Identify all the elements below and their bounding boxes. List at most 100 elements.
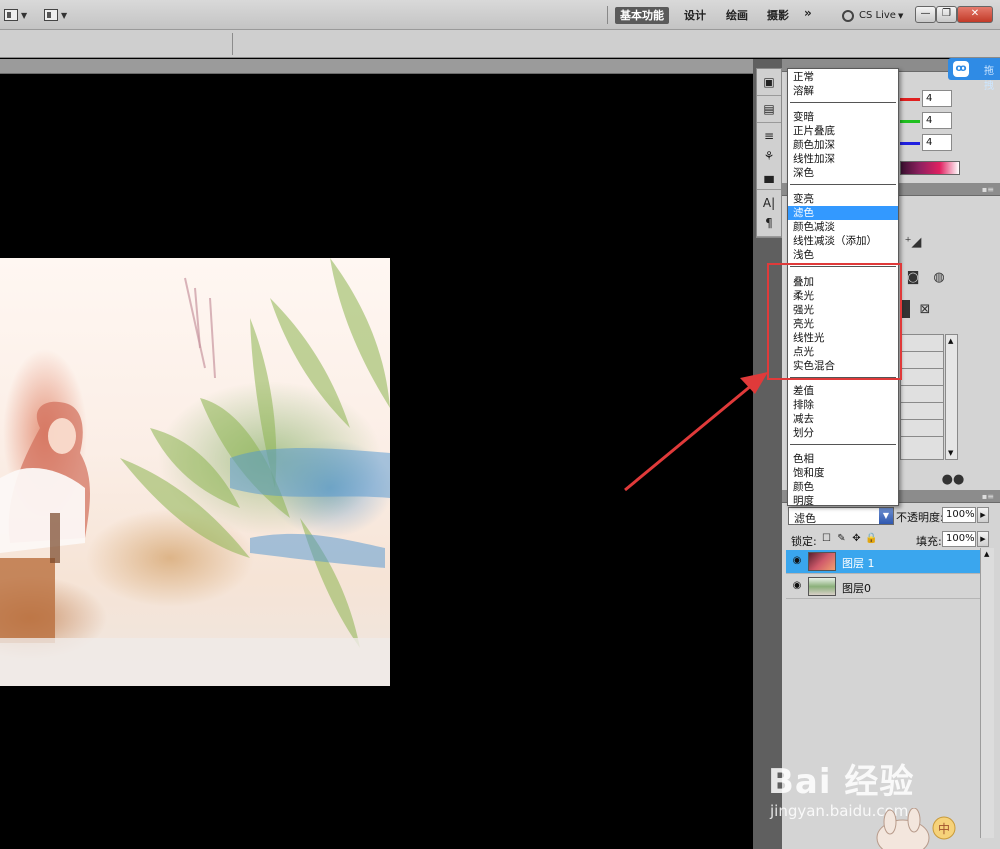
- restore-button[interactable]: ❐: [936, 6, 957, 23]
- layer-name[interactable]: 图层 1: [842, 555, 875, 571]
- menu-item-lighten[interactable]: 变亮: [788, 192, 898, 206]
- menu-item-color-dodge[interactable]: 颜色减淡: [788, 220, 898, 234]
- chevron-down-icon[interactable]: ▼: [879, 508, 893, 524]
- channel-mixer-icon[interactable]: ◍: [930, 268, 948, 286]
- clone-source-icon[interactable]: ⚘: [757, 146, 781, 166]
- list-item[interactable]: [901, 420, 943, 437]
- menu-separator: [790, 102, 896, 103]
- color-spectrum-ramp[interactable]: [900, 161, 960, 175]
- menu-item-linear-dodge[interactable]: 线性减淡（添加）: [788, 234, 898, 248]
- scroll-down-icon[interactable]: ▼: [948, 449, 953, 457]
- selective-color-icon[interactable]: ⊠: [916, 300, 934, 318]
- cs-live-icon: [842, 9, 854, 22]
- menu-separator: [790, 444, 896, 445]
- menu-item-luminosity[interactable]: 明度: [788, 494, 898, 508]
- panel-icon-column: ▣ ▤ ≡ ⚘ ▄ A| ¶: [756, 68, 782, 238]
- list-item[interactable]: [901, 335, 943, 352]
- layer-row[interactable]: ◉ 图层0: [786, 575, 980, 599]
- options-bar: [0, 30, 1000, 58]
- blend-mode-select[interactable]: 滤色 ▼: [788, 507, 894, 525]
- baidu-share-badge[interactable]: ꝏ 拖拽: [948, 58, 1000, 92]
- menu-item-exclusion[interactable]: 排除: [788, 398, 898, 412]
- menu-item-linear-burn[interactable]: 线性加深: [788, 152, 898, 166]
- workspace-tab-painting[interactable]: 绘画: [721, 7, 753, 24]
- opacity-arrow-icon[interactable]: ▶: [977, 507, 989, 523]
- menu-item-saturation[interactable]: 饱和度: [788, 466, 898, 480]
- adjustment-mask-icon[interactable]: ●●: [942, 470, 965, 488]
- photo-filter-icon[interactable]: ◙: [904, 268, 922, 286]
- presets-scrollbar[interactable]: ▲ ▼: [945, 334, 958, 460]
- green-channel-slider[interactable]: [900, 120, 920, 123]
- lock-all-icon[interactable]: 🔒: [865, 533, 877, 544]
- menu-item-screen[interactable]: 滤色: [788, 206, 898, 220]
- workspace-tab-photography[interactable]: 摄影: [762, 7, 794, 24]
- tool-preset-icon[interactable]: ▄: [757, 166, 781, 186]
- blue-channel-slider[interactable]: [900, 142, 920, 145]
- blue-channel-value[interactable]: 4: [922, 134, 952, 151]
- workspace-tab-essentials[interactable]: 基本功能: [615, 7, 669, 24]
- menu-item-dissolve[interactable]: 溶解: [788, 84, 898, 98]
- scroll-up-icon[interactable]: ▲: [948, 337, 953, 345]
- red-channel-value[interactable]: 4: [922, 90, 952, 107]
- panel-menu-icon[interactable]: ▪≡: [982, 492, 994, 501]
- layer-row[interactable]: ◉ 图层 1: [786, 550, 980, 574]
- adjustment-presets-list[interactable]: [900, 334, 944, 460]
- menu-item-color-burn[interactable]: 颜色加深: [788, 138, 898, 152]
- baidu-paw-icon: ꝏ: [953, 61, 969, 77]
- photo-image: [0, 258, 390, 686]
- paragraph-icon[interactable]: ¶: [757, 213, 781, 233]
- menu-item-lighter-color[interactable]: 浅色: [788, 248, 898, 262]
- brush-preset-icon[interactable]: ≡: [757, 126, 781, 146]
- lock-position-icon[interactable]: ✥: [851, 533, 862, 544]
- chevron-down-icon: ▼: [897, 11, 904, 20]
- watermark-logo: Bai 经验: [768, 762, 915, 802]
- layers-scrollbar[interactable]: ▲: [980, 548, 994, 838]
- menu-item-difference[interactable]: 差值: [788, 384, 898, 398]
- fill-arrow-icon[interactable]: ▶: [977, 531, 989, 547]
- lock-pixels-icon[interactable]: ✎: [836, 533, 847, 544]
- eye-icon[interactable]: ◉: [790, 580, 804, 593]
- blend-mode-value: 滤色: [794, 512, 816, 525]
- menu-item-subtract[interactable]: 减去: [788, 412, 898, 426]
- more-workspaces-icon[interactable]: »: [804, 6, 812, 20]
- cs-live-menu[interactable]: CS Live ▼: [842, 7, 903, 24]
- fill-field[interactable]: 100%: [942, 531, 976, 547]
- menu-item-divide[interactable]: 划分: [788, 426, 898, 440]
- screen-mode-icon[interactable]: ▼: [44, 7, 72, 23]
- list-item[interactable]: [901, 369, 943, 386]
- menu-item-multiply[interactable]: 正片叠底: [788, 124, 898, 138]
- menu-item-normal[interactable]: 正常: [788, 70, 898, 84]
- workspace-tab-design[interactable]: 设计: [679, 7, 711, 24]
- list-item[interactable]: [901, 386, 943, 403]
- menu-item-hue[interactable]: 色相: [788, 452, 898, 466]
- badge-label: 拖拽: [984, 66, 994, 92]
- minimize-button[interactable]: —: [915, 6, 936, 23]
- layer-thumbnail: [808, 577, 836, 596]
- red-channel-slider[interactable]: [900, 98, 920, 101]
- list-item[interactable]: [901, 403, 943, 420]
- close-button[interactable]: ✕: [957, 6, 993, 23]
- menu-separator: [790, 184, 896, 185]
- layer-name[interactable]: 图层0: [842, 580, 871, 596]
- menu-item-darken[interactable]: 变暗: [788, 110, 898, 124]
- panel-menu-icon[interactable]: ▪≡: [982, 185, 994, 194]
- eye-icon[interactable]: ◉: [790, 555, 804, 568]
- character-icon[interactable]: A|: [757, 193, 781, 213]
- lock-transparency-icon[interactable]: ☐: [821, 533, 832, 544]
- list-item[interactable]: [901, 352, 943, 369]
- exposure-icon[interactable]: ⁺◢: [904, 233, 922, 251]
- opacity-label: 不透明度:: [896, 511, 944, 524]
- document-tab-bar: [0, 59, 753, 74]
- red-channel-row: 4: [900, 90, 956, 108]
- fill-label: 填充:: [916, 535, 942, 548]
- navigator-icon[interactable]: ▣: [757, 72, 781, 92]
- menu-item-darker-color[interactable]: 深色: [788, 166, 898, 180]
- arrange-documents-icon[interactable]: ▼: [4, 7, 32, 23]
- menu-item-color[interactable]: 颜色: [788, 480, 898, 494]
- application-bar: ▼ ▼ 基本功能 设计 绘画 摄影 » CS Live ▼ — ❐ ✕: [0, 0, 1000, 30]
- green-channel-value[interactable]: 4: [922, 112, 952, 129]
- history-icon[interactable]: ▤: [757, 99, 781, 119]
- scroll-up-icon[interactable]: ▲: [984, 550, 989, 558]
- opacity-field[interactable]: 100%: [942, 507, 976, 523]
- blue-channel-row: 4: [900, 134, 956, 152]
